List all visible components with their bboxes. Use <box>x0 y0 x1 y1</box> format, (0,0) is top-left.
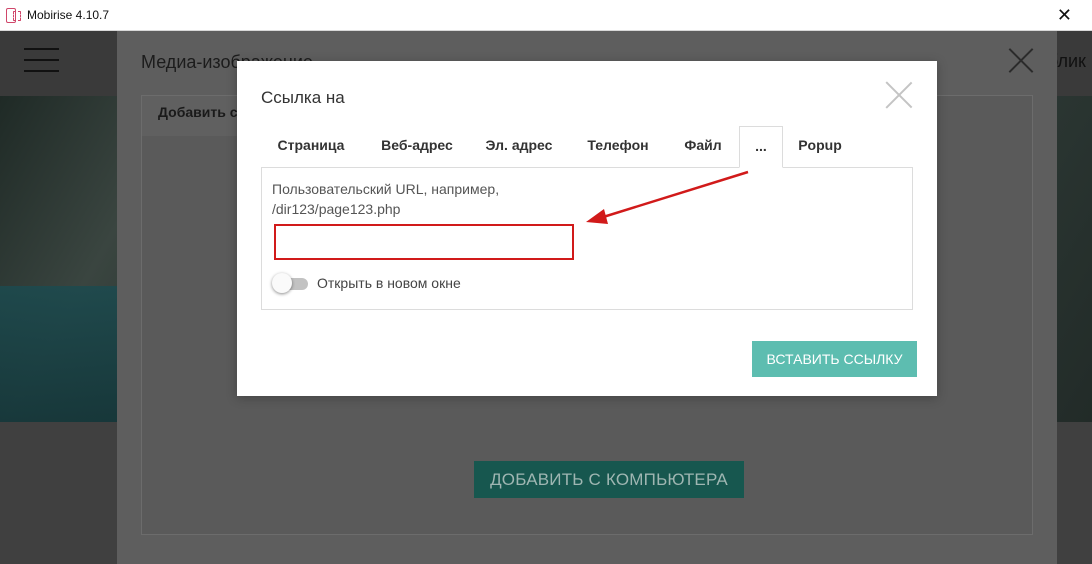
custom-url-hint-line1: Пользовательский URL, например, <box>272 181 500 197</box>
link-dialog: Ссылка на Страница Веб-адрес Эл. адрес Т… <box>237 61 937 396</box>
tab-page[interactable]: Страница <box>261 126 361 168</box>
custom-url-hint: Пользовательский URL, например, /dir123/… <box>272 179 572 219</box>
hamburger-menu-icon[interactable] <box>24 46 59 74</box>
window-close-icon[interactable]: ✕ <box>1057 5 1072 25</box>
link-dialog-title: Ссылка на <box>261 88 345 107</box>
tab-web-address[interactable]: Веб-адрес <box>367 126 467 168</box>
insert-link-button[interactable]: ВСТАВИТЬ ССЫЛКУ <box>752 341 917 377</box>
tab-email[interactable]: Эл. адрес <box>473 126 565 168</box>
tab-custom-url[interactable]: ... <box>739 126 783 168</box>
tab-popup[interactable]: Popup <box>787 126 853 168</box>
window-titlebar: Mobirise 4.10.7 ✕ <box>0 0 1092 31</box>
tab-file[interactable]: Файл <box>665 126 741 168</box>
mobirise-logo-icon <box>6 7 21 23</box>
custom-url-input[interactable] <box>274 224 574 260</box>
close-x-icon[interactable] <box>885 81 913 109</box>
custom-url-hint-line2: /dir123/page123.php <box>272 201 401 217</box>
tab-phone[interactable]: Телефон <box>573 126 663 168</box>
upload-from-computer-button[interactable]: ДОБАВИТЬ С КОМПЬЮТЕРА <box>474 461 744 498</box>
app-title: Mobirise 4.10.7 <box>27 8 110 22</box>
open-new-window-label: Открыть в новом окне <box>317 275 461 291</box>
media-tab-add-from[interactable]: Добавить с <box>142 96 238 136</box>
open-new-window-toggle[interactable] <box>272 272 308 294</box>
custom-url-panel: Пользовательский URL, например, /dir123/… <box>261 167 913 310</box>
media-dialog-close-icon[interactable] <box>1008 47 1034 73</box>
toggle-knob <box>272 273 292 293</box>
